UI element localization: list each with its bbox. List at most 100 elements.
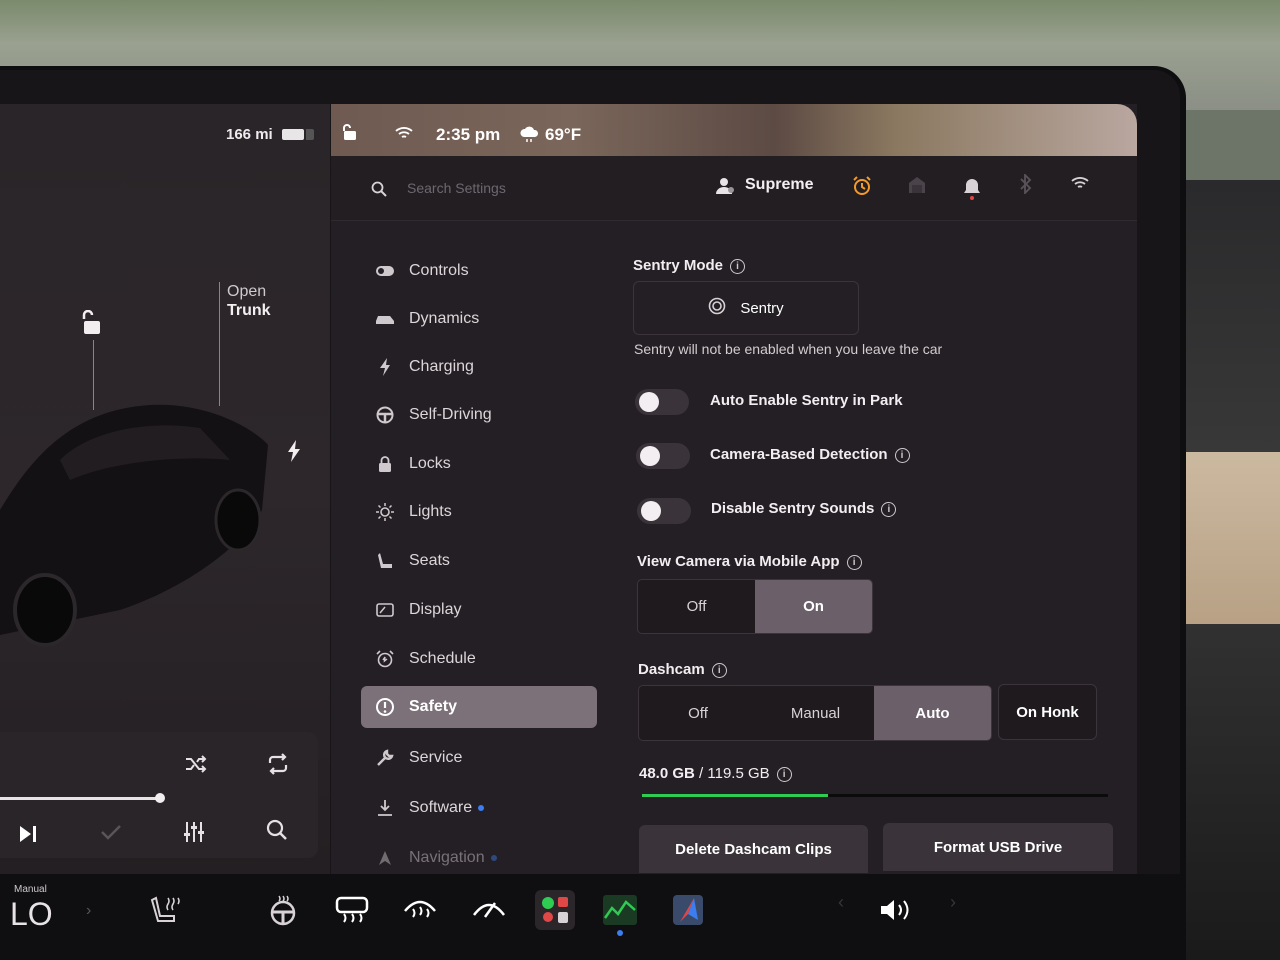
garage-icon[interactable] — [908, 176, 926, 199]
sentry-mode-label: Sentry Mode — [633, 257, 724, 274]
menu-item-service[interactable]: Service — [361, 737, 597, 779]
disable-sounds-label: Disable Sentry Sounds — [711, 500, 875, 517]
on-honk-button[interactable]: On Honk — [998, 684, 1097, 740]
search-settings-input[interactable]: Search Settings — [407, 180, 506, 196]
media-player — [0, 732, 318, 858]
car-3d-model — [0, 404, 268, 647]
menu-item-dynamics[interactable]: Dynamics — [361, 298, 597, 340]
auto-enable-sentry-label: Auto Enable Sentry in Park — [710, 392, 903, 409]
chevron-right-icon[interactable]: › — [86, 902, 91, 920]
menu-item-controls[interactable]: Controls — [361, 250, 597, 292]
app-launcher-icon[interactable] — [535, 890, 575, 930]
car-icon — [361, 313, 409, 325]
repeat-icon[interactable] — [262, 748, 294, 780]
unlock-icon[interactable] — [80, 309, 104, 341]
checkmark-icon[interactable] — [95, 816, 127, 848]
steering-heater-icon[interactable] — [263, 890, 303, 930]
disable-sounds-title: Disable Sentry Sounds i — [711, 500, 897, 517]
charge-port-icon[interactable] — [286, 440, 302, 467]
battery-icon — [282, 129, 314, 140]
menu-item-label: Self-Driving — [409, 406, 492, 423]
range-readout: 166 mi — [226, 126, 273, 143]
bolt-icon — [361, 358, 409, 376]
energy-app-icon[interactable] — [600, 890, 640, 930]
status-bar: 2:35 pm 69°F — [331, 104, 1137, 156]
alarm-clock-icon[interactable] — [852, 176, 872, 201]
track-progress-knob[interactable] — [155, 793, 165, 803]
delete-dashcam-clips-button[interactable]: Delete Dashcam Clips — [639, 825, 868, 873]
dashcam-manual-option[interactable]: Manual — [757, 686, 874, 740]
wiper-icon[interactable] — [469, 890, 509, 930]
equalizer-icon[interactable] — [178, 816, 210, 848]
camera-detection-toggle[interactable] — [636, 443, 690, 469]
storage-bar — [642, 794, 1108, 797]
camera-detection-title: Camera-Based Detection i — [710, 446, 910, 463]
open-trunk-button[interactable]: Open Trunk — [227, 282, 271, 320]
camera-detection-label: Camera-Based Detection — [710, 446, 888, 463]
menu-item-label: Display — [409, 601, 462, 618]
view-camera-label: View Camera via Mobile App — [637, 553, 840, 570]
menu-item-display[interactable]: Display — [361, 589, 597, 631]
info-icon[interactable]: i — [881, 502, 897, 517]
alarm-clock-icon — [361, 650, 409, 668]
sentry-button[interactable]: Sentry — [633, 281, 859, 335]
trunk-callout-line — [219, 282, 220, 406]
menu-item-label: Charging — [409, 358, 474, 375]
sentry-icon — [708, 297, 726, 319]
search-icon[interactable] — [261, 814, 293, 846]
rear-defrost-icon[interactable] — [332, 890, 372, 930]
menu-item-software[interactable]: Software — [361, 787, 597, 829]
menu-item-navigation[interactable]: Navigation — [361, 837, 597, 879]
menu-item-safety[interactable]: Safety — [361, 686, 597, 728]
menu-item-self-driving[interactable]: Self-Driving — [361, 394, 597, 436]
search-icon — [371, 181, 387, 202]
seat-icon — [361, 552, 409, 570]
profile-name[interactable]: Supreme — [745, 176, 813, 194]
format-usb-drive-button[interactable]: Format USB Drive — [883, 823, 1113, 871]
sentry-note: Sentry will not be enabled when you leav… — [634, 341, 943, 357]
info-icon[interactable]: i — [846, 555, 862, 570]
drive-mode-value[interactable]: LO — [10, 896, 53, 933]
menu-item-label: Navigation — [409, 849, 485, 866]
info-icon[interactable]: i — [730, 259, 746, 274]
bluetooth-icon[interactable] — [1019, 172, 1033, 199]
menu-item-seats[interactable]: Seats — [361, 540, 597, 582]
menu-item-label: Safety — [409, 698, 458, 715]
volume-down-chevron-icon[interactable]: ‹ — [838, 892, 844, 913]
drive-mode-label: Manual — [14, 884, 47, 895]
wifi-icon[interactable] — [1071, 176, 1089, 195]
view-camera-off-option[interactable]: Off — [638, 580, 755, 633]
volume-up-chevron-icon[interactable]: › — [950, 892, 956, 913]
navigation-app-icon[interactable] — [668, 890, 708, 930]
menu-item-label: Locks — [409, 455, 451, 472]
view-camera-on-option[interactable]: On — [755, 580, 872, 633]
disable-sentry-sounds-toggle[interactable] — [637, 498, 691, 524]
profile-icon[interactable] — [715, 177, 735, 200]
menu-item-label: Software — [409, 799, 473, 816]
dashcam-off-option[interactable]: Off — [639, 686, 757, 740]
navigation-icon — [361, 850, 409, 866]
notification-bell-icon[interactable] — [963, 176, 981, 205]
alert-circle-icon — [361, 697, 409, 717]
dashcam-auto-option[interactable]: Auto — [874, 686, 991, 740]
front-defrost-icon[interactable] — [400, 890, 440, 930]
sentry-mode-title: Sentry Mode i — [633, 257, 746, 274]
menu-item-schedule[interactable]: Schedule — [361, 638, 597, 680]
info-icon[interactable]: i — [894, 448, 910, 463]
volume-icon[interactable] — [876, 890, 916, 930]
lock-status-icon — [343, 124, 357, 145]
track-progress-bar[interactable] — [0, 797, 160, 800]
info-icon[interactable]: i — [711, 663, 727, 678]
menu-item-locks[interactable]: Locks — [361, 443, 597, 485]
weather-icon — [520, 126, 540, 147]
shuffle-icon[interactable] — [180, 748, 212, 780]
view-camera-selector: Off On — [637, 579, 873, 634]
menu-item-lights[interactable]: Lights — [361, 491, 597, 533]
seat-heater-icon[interactable] — [144, 890, 184, 930]
wifi-status-icon — [395, 126, 413, 145]
dashcam-title: Dashcam i — [638, 661, 727, 678]
play-next-icon[interactable] — [12, 818, 44, 850]
info-icon[interactable]: i — [776, 767, 792, 782]
auto-enable-sentry-toggle[interactable] — [635, 389, 689, 415]
menu-item-charging[interactable]: Charging — [361, 346, 597, 388]
